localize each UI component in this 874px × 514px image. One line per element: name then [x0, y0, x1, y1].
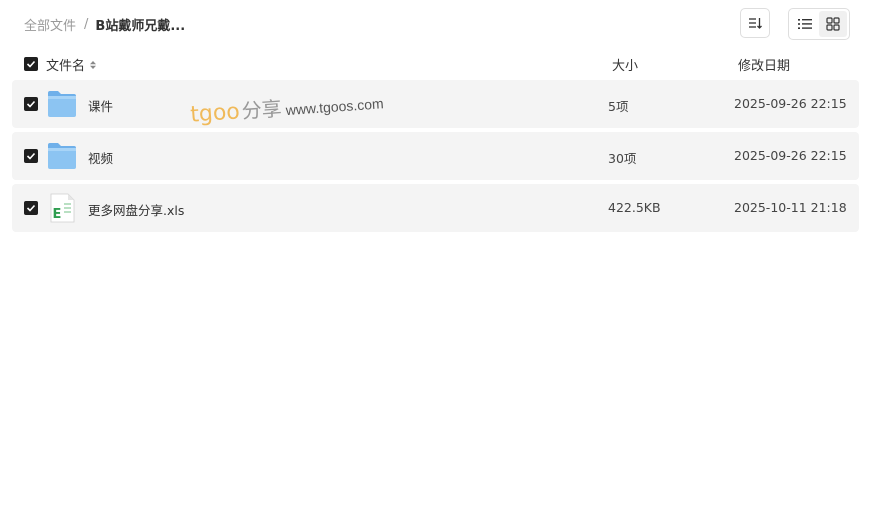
- breadcrumb: 全部文件 / B站戴师兄戴...: [24, 14, 185, 34]
- file-date: 2025-09-26 22:15: [734, 148, 847, 163]
- check-icon: [26, 60, 36, 68]
- breadcrumb-current: B站戴师兄戴...: [95, 18, 186, 34]
- file-size: 30项: [608, 151, 637, 166]
- table-header: 文件名 大小 修改日期: [12, 50, 859, 78]
- select-all-checkbox[interactable]: [24, 57, 38, 71]
- sort-caret-icon: [89, 60, 97, 70]
- file-size: 422.5KB: [608, 200, 661, 215]
- grid-view-icon: [826, 17, 840, 31]
- row-checkbox[interactable]: [24, 149, 38, 163]
- file-name[interactable]: 课件: [88, 96, 113, 115]
- check-icon: [26, 100, 36, 108]
- breadcrumb-root[interactable]: 全部文件: [24, 15, 76, 34]
- view-switch: [788, 8, 850, 40]
- list-view-button[interactable]: [791, 11, 819, 37]
- header-name[interactable]: 文件名: [46, 55, 97, 74]
- file-browser: 全部文件 / B站戴师兄戴... 文件名 大小 修改日期 课件 5项 2025-…: [0, 0, 874, 514]
- header-date: 修改日期: [738, 59, 791, 74]
- header-name-label: 文件名: [46, 59, 86, 74]
- folder-icon: [46, 141, 78, 171]
- table-row[interactable]: 课件 5项 2025-09-26 22:15: [12, 80, 859, 128]
- svg-text:E: E: [53, 207, 62, 222]
- row-checkbox[interactable]: [24, 97, 38, 111]
- table-row[interactable]: 视频 30项 2025-09-26 22:15: [12, 132, 859, 180]
- breadcrumb-separator: /: [84, 16, 89, 32]
- sort-icon: [749, 18, 762, 29]
- file-size: 5项: [608, 99, 629, 114]
- file-date: 2025-09-26 22:15: [734, 96, 847, 111]
- grid-view-button[interactable]: [819, 11, 847, 37]
- file-date: 2025-10-11 21:18: [734, 200, 847, 215]
- sort-button[interactable]: [740, 8, 770, 38]
- list-view-icon: [798, 19, 812, 29]
- check-icon: [26, 204, 36, 212]
- row-checkbox[interactable]: [24, 201, 38, 215]
- file-name[interactable]: 更多网盘分享.xls: [88, 200, 184, 219]
- file-name[interactable]: 视频: [88, 148, 113, 167]
- folder-icon: [46, 89, 78, 119]
- table-row[interactable]: E 更多网盘分享.xls 422.5KB 2025-10-11 21:18: [12, 184, 859, 232]
- excel-file-icon: E: [46, 193, 78, 223]
- check-icon: [26, 152, 36, 160]
- header-size: 大小: [612, 59, 639, 74]
